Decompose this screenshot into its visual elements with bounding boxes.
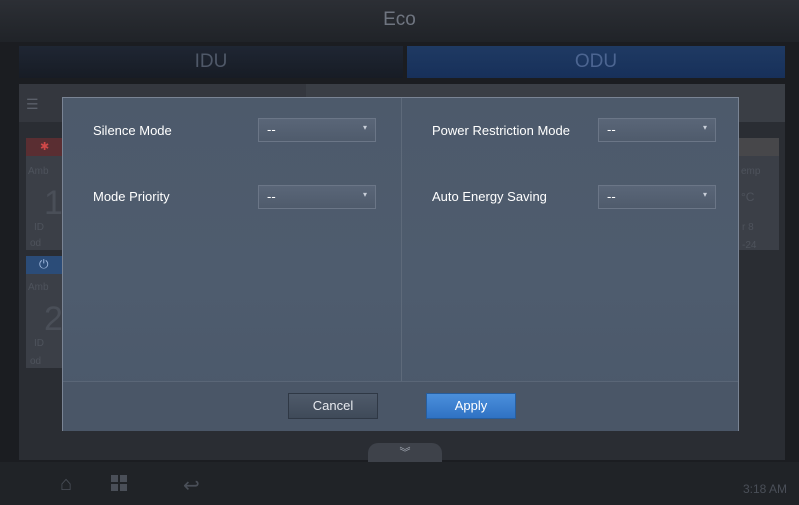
power-icon: ⏻: [39, 257, 49, 271]
column-divider: [401, 98, 402, 381]
home-icon[interactable]: ⌂: [60, 473, 72, 496]
card-label: -24: [742, 240, 757, 251]
cancel-button[interactable]: Cancel: [288, 393, 378, 419]
card-label: od: [30, 356, 42, 367]
card-label: ID: [34, 338, 44, 349]
card-header: ✱: [26, 138, 62, 156]
card-value: 2: [44, 300, 63, 338]
select-value: --: [607, 189, 616, 204]
card-value: 1: [44, 184, 63, 222]
dialog-footer: [63, 381, 738, 431]
power-restriction-mode-label: Power Restriction Mode: [432, 123, 570, 138]
card-label: Amb: [28, 166, 49, 177]
dropdown-arrow-icon: ▾: [362, 123, 367, 132]
collapse-handle[interactable]: ︾: [368, 443, 442, 463]
card-label: °C: [741, 190, 755, 204]
card-label: emp: [741, 166, 761, 177]
card-label: od: [30, 238, 42, 249]
card-label: r 8: [742, 222, 754, 233]
select-value: --: [267, 189, 276, 204]
dropdown-arrow-icon: ▾: [362, 190, 367, 199]
dropdown-arrow-icon: ▾: [702, 123, 707, 132]
select-value: --: [607, 122, 616, 137]
auto-energy-saving-label: Auto Energy Saving: [432, 189, 547, 204]
card-header: ⏻: [26, 256, 62, 274]
grid-icon[interactable]: [111, 475, 127, 491]
card-header: [739, 138, 779, 156]
silence-mode-select[interactable]: -- ▾: [258, 118, 376, 142]
silence-mode-label: Silence Mode: [93, 123, 172, 138]
select-value: --: [267, 122, 276, 137]
auto-energy-saving-select[interactable]: -- ▾: [598, 185, 716, 209]
tab-odu[interactable]: ODU: [407, 46, 785, 78]
card-label: ID: [34, 222, 44, 233]
card-label: Amb: [28, 282, 49, 293]
back-icon[interactable]: ↩: [183, 473, 200, 498]
title-bar: Eco: [0, 0, 799, 42]
apply-button[interactable]: Apply: [426, 393, 516, 419]
chevron-double-down-icon: ︾: [399, 447, 411, 459]
power-restriction-mode-select[interactable]: -- ▾: [598, 118, 716, 142]
page-title: Eco: [383, 9, 416, 30]
sun-icon: ✱: [40, 141, 50, 153]
dropdown-arrow-icon: ▾: [702, 190, 707, 199]
tab-idu[interactable]: IDU: [19, 46, 403, 78]
mode-priority-select[interactable]: -- ▾: [258, 185, 376, 209]
clock: 3:18 AM: [742, 482, 787, 496]
list-icon: ☰: [26, 96, 39, 112]
mode-priority-label: Mode Priority: [93, 189, 170, 204]
